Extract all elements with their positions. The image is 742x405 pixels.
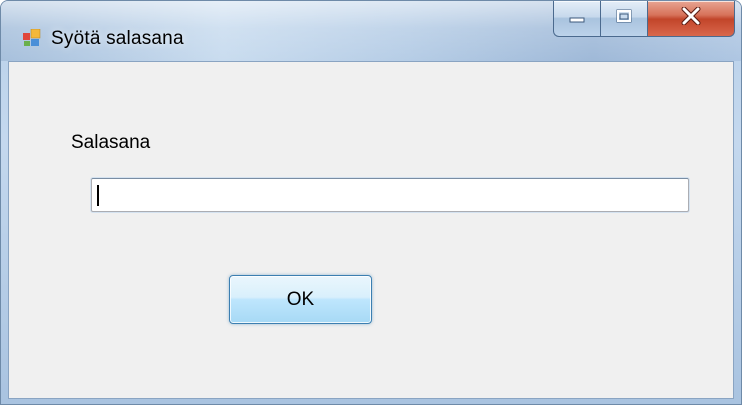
password-dialog-window: Syötä salasana Salasana OK [0, 0, 742, 405]
close-button[interactable] [647, 1, 735, 37]
close-icon [680, 6, 702, 30]
maximize-icon [614, 8, 634, 29]
dialog-content: Salasana OK [8, 61, 734, 399]
maximize-button[interactable] [600, 1, 647, 37]
password-input[interactable] [91, 178, 689, 212]
minimize-icon [567, 8, 587, 29]
application-icon[interactable] [23, 28, 41, 47]
minimize-button[interactable] [553, 1, 600, 37]
text-caret [97, 185, 99, 206]
title-bar[interactable]: Syötä salasana [1, 1, 741, 61]
caption-buttons [553, 1, 735, 37]
window-title: Syötä salasana [51, 28, 184, 49]
password-label: Salasana [71, 132, 151, 153]
ok-button[interactable]: OK [229, 275, 372, 324]
